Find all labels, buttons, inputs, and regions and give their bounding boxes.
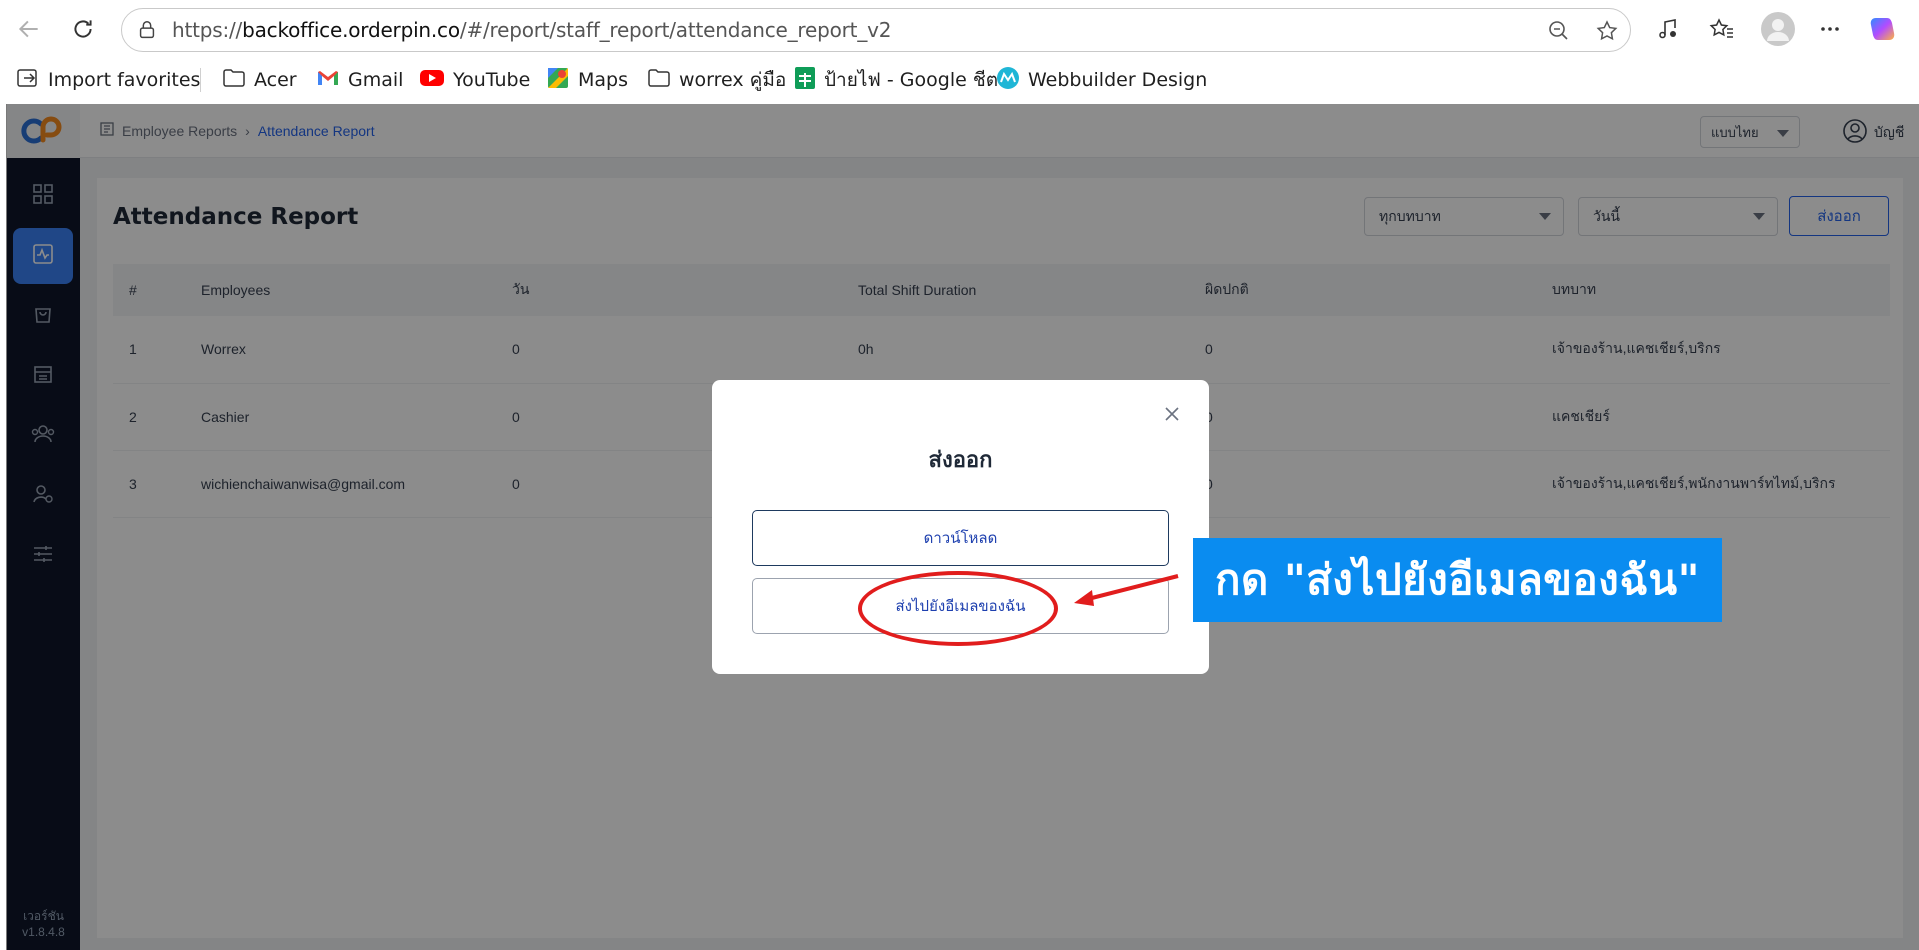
import-icon (16, 67, 40, 94)
bookmark-separator (200, 68, 201, 92)
youtube-icon (419, 68, 445, 93)
maps-icon (546, 66, 570, 95)
webbuilder-icon (996, 66, 1020, 95)
modal-title: ส่งออก (928, 447, 993, 472)
close-icon[interactable] (1160, 402, 1184, 426)
bookmark-gmail[interactable]: Gmail (316, 66, 403, 94)
lock-icon[interactable] (136, 19, 158, 46)
media-icon[interactable] (1653, 14, 1683, 44)
folder-icon (222, 67, 246, 94)
browser-toolbar: https://backoffice.orderpin.co/#/report/… (0, 0, 1919, 58)
bookmark-acer[interactable]: Acer (222, 66, 297, 94)
instruction-callout: กด "ส่งไปยังอีเมลของฉัน" (1193, 538, 1722, 622)
favorites-icon[interactable] (1707, 14, 1737, 44)
bookmark-webbuilder-design[interactable]: Webbuilder Design (996, 66, 1207, 94)
bookmark-import-favorites[interactable]: Import favorites (16, 66, 200, 94)
refresh-icon[interactable] (68, 14, 98, 44)
url-text: https://backoffice.orderpin.co/#/report/… (172, 18, 892, 42)
highlight-circle (858, 571, 1058, 646)
download-button[interactable]: ดาวน์โหลด (752, 510, 1169, 566)
bookmark-google-sheets[interactable]: ป้ายไฟ - Google ชีต (794, 66, 998, 94)
copilot-icon[interactable] (1868, 14, 1898, 44)
sheets-icon (794, 66, 816, 95)
favorite-star-icon[interactable] (1595, 19, 1619, 48)
bookmark-worrex-manual[interactable]: worrex คู่มือ (647, 66, 786, 94)
bookmark-youtube[interactable]: YouTube (419, 66, 530, 94)
bookmark-maps[interactable]: Maps (546, 66, 628, 94)
more-menu-icon[interactable] (1815, 14, 1845, 44)
folder-icon (647, 67, 671, 94)
address-bar[interactable]: https://backoffice.orderpin.co/#/report/… (121, 8, 1631, 52)
pointer-arrow-icon (1074, 574, 1179, 606)
back-icon[interactable] (14, 14, 44, 44)
gmail-icon (316, 68, 340, 93)
zoom-out-icon[interactable] (1547, 19, 1571, 48)
profile-avatar[interactable] (1760, 11, 1796, 47)
